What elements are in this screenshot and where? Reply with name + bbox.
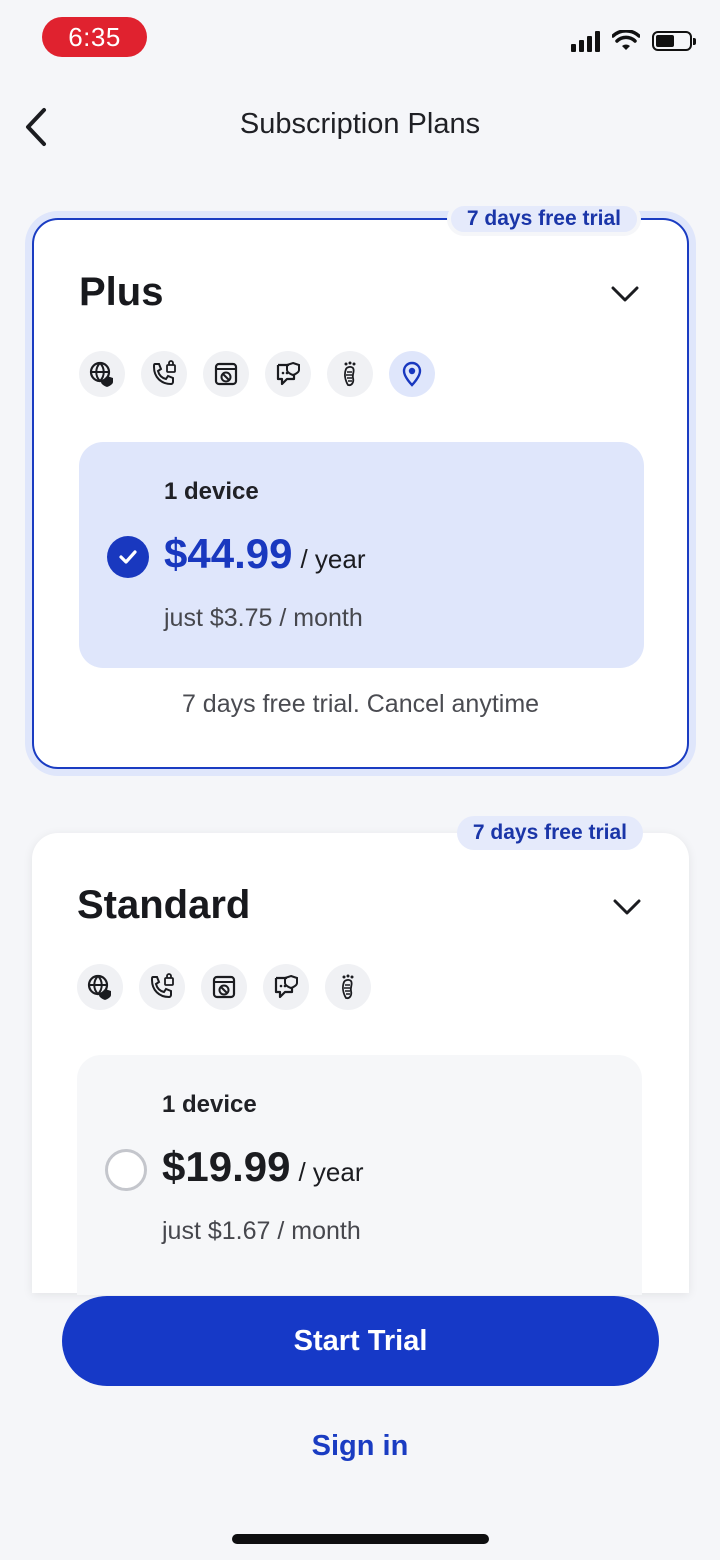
sign-in-link[interactable]: Sign in: [0, 1430, 720, 1463]
status-icons: [571, 30, 696, 52]
page-title: Subscription Plans: [239, 108, 481, 140]
web-protection-icon: [77, 964, 123, 1010]
price-line: $44.99 / year: [164, 530, 366, 578]
plan-card-standard[interactable]: 7 days free trial Standard 1 device $19.…: [32, 816, 689, 1295]
price: $19.99: [162, 1143, 291, 1190]
wifi-icon: [612, 30, 640, 50]
footprint-icon: [325, 964, 371, 1010]
app-block-icon: [203, 351, 249, 397]
app-block-icon: [201, 964, 247, 1010]
radio-unselected[interactable]: [105, 1149, 147, 1191]
price: $44.99: [164, 530, 293, 577]
battery-icon: [652, 31, 696, 51]
message-shield-icon: [265, 351, 311, 397]
plan-name: Standard: [77, 883, 251, 927]
web-protection-icon: [79, 351, 125, 397]
home-indicator: [232, 1534, 489, 1544]
price-option[interactable]: 1 device $19.99 / year just $1.67 / mont…: [77, 1055, 642, 1295]
feature-icons: [77, 964, 371, 1010]
call-lock-icon: [139, 964, 185, 1010]
checkmark-icon: [119, 550, 137, 564]
location-pin-icon: [389, 351, 435, 397]
monthly-price: just $3.75 / month: [164, 604, 363, 632]
feature-icons: [79, 351, 435, 397]
price-period: / year: [298, 1157, 364, 1187]
trial-note: 7 days free trial. Cancel anytime: [181, 690, 540, 718]
device-label: 1 device: [162, 1091, 257, 1118]
plan-card-plus[interactable]: 7 days free trial Plus 1 device $44.99 /…: [32, 202, 689, 769]
trial-badge: 7 days free trial: [446, 202, 641, 236]
radio-selected[interactable]: [107, 536, 149, 578]
call-lock-icon: [141, 351, 187, 397]
footprint-icon: [327, 351, 373, 397]
message-shield-icon: [263, 964, 309, 1010]
chevron-down-icon[interactable]: [609, 889, 645, 925]
price-option[interactable]: 1 device $44.99 / year just $3.75 / mont…: [79, 442, 644, 668]
chevron-down-icon[interactable]: [607, 276, 643, 312]
price-period: / year: [300, 544, 366, 574]
price-line: $19.99 / year: [162, 1143, 364, 1191]
cellular-signal-icon: [571, 30, 600, 52]
plan-name: Plus: [79, 270, 164, 314]
trial-badge: 7 days free trial: [456, 816, 643, 850]
status-time: 6:35: [42, 17, 147, 57]
start-trial-button[interactable]: Start Trial: [62, 1296, 659, 1386]
monthly-price: just $1.67 / month: [162, 1217, 361, 1245]
device-label: 1 device: [164, 478, 259, 505]
